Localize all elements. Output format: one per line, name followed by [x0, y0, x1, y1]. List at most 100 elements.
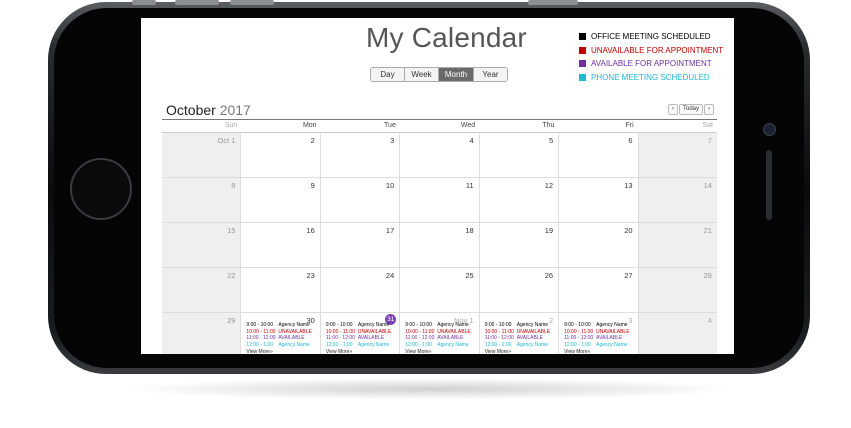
home-button[interactable]: [70, 158, 132, 220]
legend-label: UNAVAILABLE FOR APPOINTMENT: [591, 45, 724, 55]
day-cell[interactable]: 16: [240, 223, 320, 267]
tab-month[interactable]: Month: [439, 68, 474, 81]
day-cell[interactable]: 10: [319, 178, 400, 222]
day-cell[interactable]: 19: [478, 223, 559, 267]
day-number: 13: [624, 181, 633, 190]
day-cell[interactable]: 2 9:00 - 10:00 Agency Name 10:00 - 11:00 UNA…: [478, 313, 559, 354]
day-cell[interactable]: 17: [319, 223, 400, 267]
week-row: 8 9 10 11 12 13 14: [162, 178, 717, 223]
day-number: 4: [469, 136, 474, 145]
day-number: Oct 1: [217, 136, 236, 145]
next-month-button[interactable]: ›: [704, 104, 715, 115]
day-number: 19: [544, 226, 554, 235]
view-more-link[interactable]: View More»: [246, 349, 317, 354]
week-row: 22 23 24 25 26 27 28: [162, 268, 717, 313]
month-grid: Sun Mon Tue Wed Thu Fri Sat Oct 1 2 3 4 5 6 7 8 9 10 11 1…: [162, 119, 717, 354]
day-cell[interactable]: 2: [240, 133, 320, 177]
day-cell[interactable]: 31 9:00 - 10:00 Agency Name 10:00 - 11:00 UN…: [319, 313, 400, 354]
event-label: AVAILABLE: [596, 335, 623, 341]
day-cell[interactable]: 9: [240, 178, 320, 222]
tab-day[interactable]: Day: [371, 68, 405, 81]
day-cell[interactable]: 4: [637, 313, 717, 354]
day-cell[interactable]: 24: [319, 268, 400, 312]
phone-screen: My Calendar Day Week Month Year OFFICE MEET…: [141, 18, 734, 354]
day-number: 17: [385, 226, 395, 235]
day-cell[interactable]: 21: [637, 223, 717, 267]
day-cell[interactable]: 23: [240, 268, 320, 312]
day-cell[interactable]: 12: [478, 178, 559, 222]
event-entry[interactable]: 12:00 - 1:00 Agency Name: [485, 342, 556, 349]
event-label: Agency Name: [596, 322, 628, 328]
day-cell[interactable]: 18: [399, 223, 479, 267]
day-cell[interactable]: 14: [637, 178, 717, 222]
day-cell[interactable]: Oct 1: [162, 133, 241, 177]
day-cell[interactable]: 5: [478, 133, 559, 177]
day-cell[interactable]: 20: [558, 223, 638, 267]
day-cell[interactable]: 3 9:00 - 10:00 Agency Name 10:00 - 11:00 UNA…: [558, 313, 638, 354]
day-cell[interactable]: Nov 1 9:00 - 10:00 Agency Name 10:00 - 11:0…: [399, 313, 479, 354]
event-list: 9:00 - 10:00 Agency Name 10:00 - 11:00 UNAV…: [485, 322, 556, 354]
day-number: 28: [703, 271, 712, 280]
event-time: 12:00 - 1:00: [246, 341, 274, 348]
day-cell[interactable]: 6: [558, 133, 638, 177]
day-number: 11: [465, 181, 474, 190]
today-button[interactable]: Today: [679, 104, 704, 115]
day-cell[interactable]: 4: [399, 133, 479, 177]
view-more-link[interactable]: View More»: [326, 349, 397, 354]
day-cell[interactable]: 11: [399, 178, 479, 222]
prev-month-button[interactable]: ‹: [668, 104, 678, 115]
event-label: Agency Name: [596, 341, 628, 348]
event-label: Agency Name: [278, 341, 310, 348]
event-label: Agency Name: [516, 341, 549, 348]
day-cell[interactable]: 29: [162, 313, 241, 354]
day-number: 10: [385, 181, 395, 190]
tab-year[interactable]: Year: [474, 68, 507, 81]
day-cell[interactable]: 3: [319, 133, 400, 177]
event-label: AVAILABLE: [516, 335, 543, 341]
weekday-sun: Sun: [224, 122, 238, 129]
phone-shadow: [120, 378, 740, 400]
month-year-heading: October 2017: [166, 102, 251, 118]
event-list: 9:00 - 10:00 Agency Name 10:00 - 11:00 UNAV…: [326, 322, 397, 354]
mute-switch: [132, 0, 156, 5]
day-cell[interactable]: 7: [637, 133, 717, 177]
weekday-header-row: Sun Mon Tue Wed Thu Fri Sat: [162, 120, 717, 133]
day-cell[interactable]: 27: [558, 268, 638, 312]
view-more-link[interactable]: View More»: [564, 349, 635, 354]
volume-up-button: [175, 0, 219, 5]
day-cell[interactable]: 13: [558, 178, 638, 222]
event-label: AVAILABLE: [437, 335, 464, 341]
page-title: My Calendar: [366, 22, 527, 53]
power-button: [528, 0, 578, 5]
event-entry[interactable]: 12:00 - 1:00 Agency Name: [405, 342, 476, 349]
day-cell[interactable]: 25: [399, 268, 479, 312]
event-label: Agency Name: [516, 322, 549, 328]
legend-item: AVAILABLE FOR APPOINTMENT: [579, 57, 723, 71]
legend-item: PHONE MEETING SCHEDULED: [579, 71, 723, 85]
event-label: AVAILABLE: [357, 335, 385, 341]
event-label: UNAVAILABLE: [437, 328, 471, 335]
day-number: 5: [548, 136, 554, 145]
event-label: Agency Name: [357, 341, 390, 348]
day-cell[interactable]: 26: [478, 268, 559, 312]
event-entry[interactable]: 12:00 - 1:00 Agency Name: [246, 342, 317, 349]
event-label: UNAVAILABLE: [278, 328, 312, 335]
day-number: 25: [465, 271, 474, 280]
day-number: 27: [624, 271, 633, 280]
day-cell[interactable]: 8: [162, 178, 241, 222]
day-number: 26: [544, 271, 554, 280]
legend-swatch: [579, 33, 586, 41]
front-camera: [763, 123, 776, 136]
day-cell[interactable]: 15: [162, 223, 241, 267]
view-more-link[interactable]: View More»: [485, 349, 556, 354]
weekday-tue: Tue: [384, 122, 396, 129]
event-list: 9:00 - 10:00 Agency Name 10:00 - 11:00 UNAV…: [405, 322, 476, 354]
tab-week[interactable]: Week: [405, 68, 439, 81]
day-cell[interactable]: 28: [637, 268, 717, 312]
view-more-link[interactable]: View More»: [405, 349, 476, 354]
day-cell[interactable]: 30 9:00 - 10:00 Agency Name 10:00 - 11:00 UN…: [240, 313, 320, 354]
event-time: 12:00 - 1:00: [325, 341, 353, 348]
event-entry[interactable]: 12:00 - 1:00 Agency Name: [326, 342, 397, 349]
event-entry[interactable]: 12:00 - 1:00 Agency Name: [564, 342, 635, 349]
day-cell[interactable]: 22: [162, 268, 241, 312]
